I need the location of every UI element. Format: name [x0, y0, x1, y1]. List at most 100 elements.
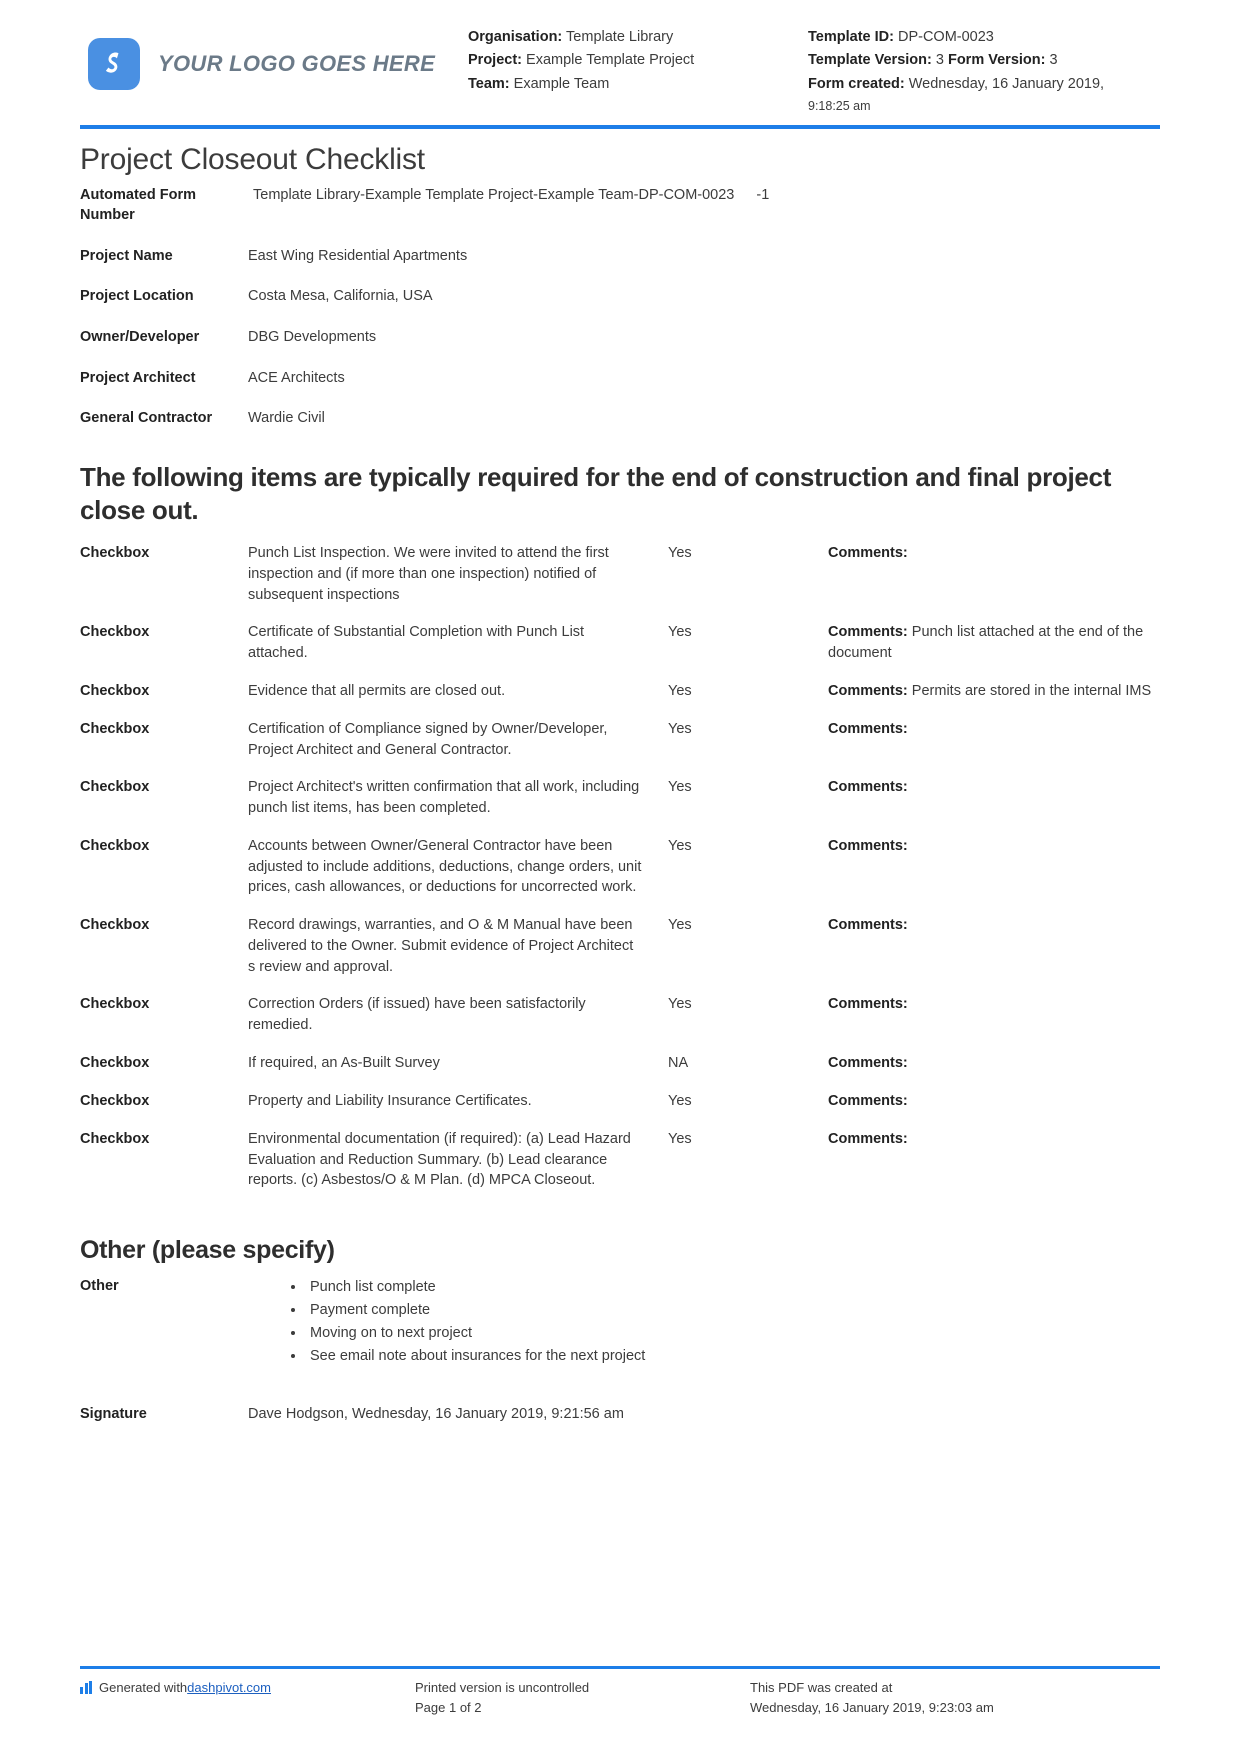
field-label: General Contractor: [80, 410, 213, 427]
footer-print-info: Printed version is uncontrolled Page 1 o…: [415, 1678, 750, 1718]
document-page: YOUR LOGO GOES HERE Organisation: Templa…: [0, 0, 1240, 1754]
automated-form-number-suffix: -1: [756, 186, 770, 203]
form-created-time: 9:18:25 am: [808, 99, 871, 114]
field-row: General Contractor Wardie Civil: [80, 408, 1160, 429]
checklist-description: Record drawings, warranties, and O & M M…: [248, 917, 634, 975]
header-meta-right: Template ID: DP-COM-0023 Template Versio…: [808, 22, 1138, 117]
checkbox-label[interactable]: Checkbox: [80, 1091, 248, 1112]
checklist-description: If required, an As-Built Survey: [248, 1054, 440, 1071]
checklist-answer: NA: [668, 1054, 689, 1071]
checkbox-label[interactable]: Checkbox: [80, 915, 248, 936]
checklist-table: Checkbox Punch List Inspection. We were …: [0, 533, 1240, 1191]
project-value: Example Template Project: [526, 52, 695, 69]
dashpivot-link[interactable]: dashpivot.com: [187, 1678, 271, 1698]
signature-value: Dave Hodgson, Wednesday, 16 January 2019…: [248, 1406, 624, 1423]
checklist-answer: Yes: [668, 682, 692, 699]
document-header: YOUR LOGO GOES HERE Organisation: Templa…: [0, 0, 1240, 117]
footer-generated-with: Generated with dashpivot.com: [80, 1678, 415, 1698]
table-row: Checkbox Project Architect's written con…: [80, 777, 1160, 818]
field-row: Project Name East Wing Residential Apart…: [80, 246, 1160, 267]
table-row: Checkbox Punch List Inspection. We were …: [80, 543, 1160, 605]
header-meta-left: Organisation: Template Library Project: …: [468, 22, 798, 96]
field-value: Template Library-Example Template Projec…: [248, 185, 769, 206]
checklist-description: Correction Orders (if issued) have been …: [248, 996, 586, 1034]
checklist-comment: Comments:: [828, 543, 1160, 564]
checklist-comment: Comments:: [828, 994, 1160, 1015]
comments-label: Comments:: [828, 996, 908, 1013]
checkbox-label[interactable]: Checkbox: [80, 719, 248, 740]
checklist-comment: Comments:: [828, 836, 1160, 857]
comments-label: Comments:: [828, 779, 908, 796]
checklist-comment: Comments: Punch list attached at the end…: [828, 622, 1160, 663]
footer-divider: [80, 1665, 1160, 1669]
form-version-value: 3: [1049, 52, 1058, 69]
organisation-row: Organisation: Template Library: [468, 26, 798, 49]
signature-label: Signature: [80, 1406, 147, 1423]
checkbox-label[interactable]: Checkbox: [80, 681, 248, 702]
checklist-description: Certification of Compliance signed by Ow…: [248, 720, 608, 758]
table-row: Checkbox Property and Liability Insuranc…: [80, 1091, 1160, 1112]
company-logo-icon: [88, 38, 140, 90]
template-id-row: Template ID: DP-COM-0023: [808, 26, 1138, 49]
checklist-answer: Yes: [668, 837, 692, 854]
table-row: Checkbox Environmental documentation (if…: [80, 1129, 1160, 1191]
checklist-answer: Yes: [668, 996, 692, 1013]
comments-label: Comments:: [828, 837, 908, 854]
checklist-answer: Yes: [668, 779, 692, 796]
field-value: Costa Mesa, California, USA: [248, 288, 433, 305]
comments-value: Permits are stored in the internal IMS: [911, 682, 1152, 699]
checklist-comment: Comments:: [828, 777, 1160, 798]
team-value: Example Team: [513, 75, 610, 92]
signature-row: Signature Dave Hodgson, Wednesday, 16 Ja…: [0, 1368, 1240, 1422]
list-item: See email note about insurances for the …: [306, 1345, 645, 1367]
field-row: Automated Form Number Template Library-E…: [80, 185, 1160, 226]
comments-label: Comments:: [828, 545, 908, 562]
comments-label: Comments:: [828, 1092, 908, 1109]
checkbox-label[interactable]: Checkbox: [80, 777, 248, 798]
checklist-answer: Yes: [668, 720, 692, 737]
field-value: ACE Architects: [248, 369, 345, 386]
checkbox-label[interactable]: Checkbox: [80, 543, 248, 564]
field-label: Automated Form Number: [80, 186, 196, 224]
comments-label: Comments:: [828, 720, 908, 737]
page-title: Project Closeout Checklist: [80, 142, 425, 176]
comments-label: Comments:: [828, 682, 908, 699]
checklist-comment: Comments:: [828, 1129, 1160, 1150]
field-label: Project Architect: [80, 369, 196, 386]
checkbox-label[interactable]: Checkbox: [80, 1129, 248, 1150]
list-item: Payment complete: [306, 1299, 645, 1321]
automated-form-number-value: Template Library-Example Template Projec…: [253, 186, 735, 203]
checkbox-label[interactable]: Checkbox: [80, 994, 248, 1015]
form-created-row: Form created: Wednesday, 16 January 2019…: [808, 73, 1138, 96]
checklist-comment: Comments:: [828, 915, 1160, 936]
checklist-description: Accounts between Owner/General Contracto…: [248, 837, 642, 896]
version-row: Template Version: 3 Form Version: 3: [808, 49, 1138, 72]
field-label: Project Location: [80, 288, 194, 305]
checkbox-label[interactable]: Checkbox: [80, 836, 248, 857]
checkbox-label[interactable]: Checkbox: [80, 1053, 248, 1074]
project-label: Project:: [468, 52, 522, 69]
template-id-label: Template ID:: [808, 29, 894, 45]
other-list: Punch list complete Payment complete Mov…: [248, 1276, 645, 1368]
list-item: Moving on to next project: [306, 1322, 645, 1344]
comments-label: Comments:: [828, 624, 908, 641]
field-label: Owner/Developer: [80, 329, 200, 346]
table-row: Checkbox Evidence that all permits are c…: [80, 681, 1160, 702]
printed-version-text: Printed version is uncontrolled: [415, 1679, 590, 1695]
checklist-description: Punch List Inspection. We were invited t…: [248, 545, 609, 603]
form-version-label: Form Version:: [947, 52, 1046, 69]
pdf-created-timestamp: Wednesday, 16 January 2019, 9:23:03 am: [750, 1699, 994, 1715]
checkbox-label[interactable]: Checkbox: [80, 622, 248, 643]
field-row: Owner/Developer DBG Developments: [80, 327, 1160, 348]
checklist-description: Evidence that all permits are closed out…: [248, 682, 506, 699]
pdf-created-label: This PDF was created at: [750, 1679, 893, 1695]
comments-label: Comments:: [828, 917, 908, 934]
other-block: Other Punch list complete Payment comple…: [0, 1276, 1240, 1368]
table-row: Checkbox Accounts between Owner/General …: [80, 836, 1160, 898]
field-label: Project Name: [80, 247, 173, 264]
checklist-answer: Yes: [668, 624, 692, 641]
form-fields: Automated Form Number Template Library-E…: [0, 183, 1240, 429]
table-row: Checkbox Certificate of Substantial Comp…: [80, 622, 1160, 663]
checklist-description: Environmental documentation (if required…: [248, 1130, 631, 1189]
project-row: Project: Example Template Project: [468, 49, 798, 72]
